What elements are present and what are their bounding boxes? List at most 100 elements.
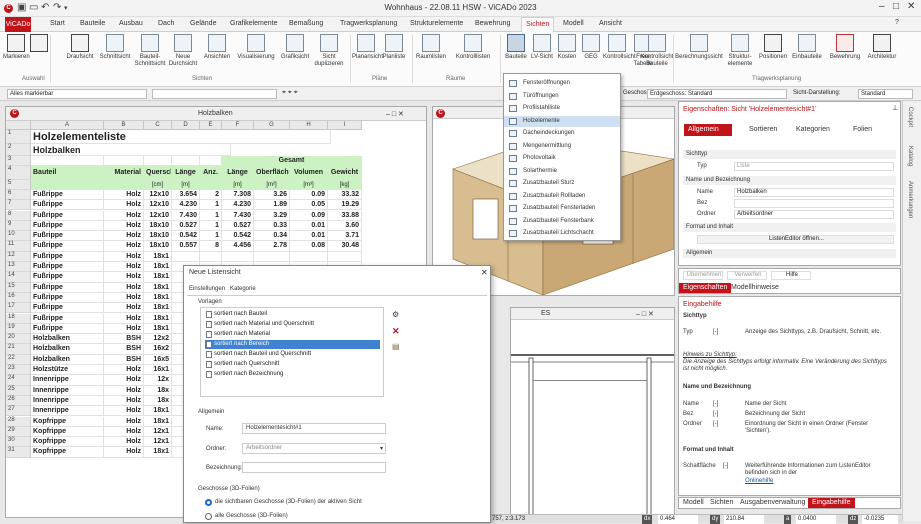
dialog-bezeichnung-input[interactable] — [242, 462, 386, 473]
tab-tragwerksplanung[interactable]: Tragwerksplanung — [340, 20, 397, 27]
table-cell[interactable]: Holz — [104, 210, 144, 221]
row-header[interactable]: 5 — [6, 179, 31, 190]
column-header-B[interactable]: B — [104, 121, 144, 130]
positionen-button[interactable]: Positionen — [757, 34, 789, 61]
row-header[interactable]: 13 — [6, 262, 31, 273]
table-cell[interactable]: 19.29 — [328, 200, 362, 211]
table-cell[interactable]: 16x1 — [144, 365, 172, 376]
row-header[interactable]: 18 — [6, 313, 31, 324]
selection-filter-combo[interactable]: Alles markierbar — [7, 89, 147, 99]
table-cell[interactable]: Fußrippe — [31, 282, 104, 293]
table-cell[interactable]: 0.527 — [222, 220, 254, 232]
table-cell[interactable]: Kopfrippe — [31, 447, 104, 458]
tab-strukturelemente[interactable]: Strukturelemente — [410, 20, 463, 27]
architektur-button[interactable]: Architektur — [863, 34, 901, 61]
table-cell[interactable]: Fußrippe — [31, 231, 104, 242]
tab-sichten[interactable]: Sichten — [521, 17, 555, 33]
row-header[interactable]: 7 — [6, 200, 31, 211]
visualisierung-button[interactable]: Visualisierung — [234, 34, 278, 61]
table-cell[interactable]: 18x1 — [144, 292, 172, 304]
row-header[interactable]: 28 — [6, 416, 31, 427]
table-cell[interactable]: BSH — [104, 344, 144, 355]
kosten-button[interactable]: Kosten — [555, 34, 579, 61]
vorlage-item[interactable]: sortiert nach Material — [205, 330, 380, 339]
dropdown-item[interactable]: Holzelemente — [504, 115, 620, 127]
table-cell[interactable]: Fußrippe — [31, 313, 104, 324]
table-cell[interactable]: 1 — [200, 210, 222, 221]
listeditor-button[interactable]: ListenEditor öffnen... — [697, 235, 894, 244]
table-cell[interactable]: Holz — [104, 406, 144, 417]
empty-cell[interactable] — [172, 156, 200, 167]
tab-modell[interactable]: Modell — [563, 20, 584, 27]
table-cell[interactable]: 18x1 — [144, 303, 172, 314]
tab-bemassung[interactable]: Bemaßung — [289, 20, 323, 27]
table-cell[interactable]: Holz — [104, 241, 144, 252]
table-cell[interactable]: 1 — [200, 220, 222, 232]
table-cell[interactable]: Innenrippe — [31, 406, 104, 417]
table-cell[interactable]: 18x1 — [144, 416, 172, 427]
table-cell[interactable]: 8 — [200, 241, 222, 252]
table-cell[interactable]: 4.456 — [222, 241, 254, 252]
verwerfen-button[interactable]: Verwerfen — [727, 271, 767, 280]
column-header-E[interactable]: E — [200, 121, 222, 130]
table-cell[interactable]: 7.430 — [172, 210, 200, 221]
tab-modell-panel[interactable]: Modell — [679, 498, 708, 508]
side-tab-cockpit[interactable]: Cockpit — [907, 107, 913, 127]
table-cell[interactable]: 1.89 — [254, 200, 290, 211]
vorlage-item[interactable]: sortiert nach Bauteil und Querschnitt — [205, 350, 380, 359]
table-cell[interactable]: Kopfrippe — [31, 426, 104, 438]
dropdown-item[interactable]: Zusatzbauteil Fensterbank — [504, 216, 620, 227]
kontrolllisten-button[interactable]: Kontrolllisten — [450, 34, 496, 61]
row-header[interactable]: 14 — [6, 272, 31, 283]
filter-icon[interactable] — [30, 34, 48, 54]
table-cell[interactable] — [254, 251, 290, 262]
table-cell[interactable]: 18x — [144, 395, 172, 407]
table-cell[interactable]: BSH — [104, 334, 144, 345]
table-cell[interactable]: Holz — [104, 375, 144, 386]
kontrollsicht-bauteile-button[interactable]: Kontrollsicht Bauteile — [640, 34, 674, 68]
select-all-corner[interactable] — [6, 121, 31, 130]
table-cell[interactable]: Holz — [104, 395, 144, 407]
table-cell[interactable]: 1 — [200, 231, 222, 242]
sicht-duplizieren-button[interactable]: Sicht duplizieren — [312, 34, 346, 68]
view-mode-combo[interactable]: Standard — [858, 89, 913, 99]
table-cell[interactable]: Holz — [104, 447, 144, 458]
table-cell[interactable]: 18x1 — [144, 406, 172, 417]
dropdown-item[interactable]: Photovoltaik — [504, 153, 620, 164]
row-header[interactable]: 11 — [6, 241, 31, 252]
table-cell[interactable]: 3.29 — [254, 210, 290, 221]
table-cell[interactable] — [328, 251, 362, 262]
column-header-D[interactable]: D — [172, 121, 200, 130]
table-cell[interactable]: 0.01 — [290, 220, 328, 232]
table-cell[interactable]: Fußrippe — [31, 200, 104, 211]
table-cell[interactable]: 12x2 — [144, 334, 172, 345]
table-cell[interactable]: 0.557 — [172, 241, 200, 252]
column-header-I[interactable]: I — [328, 121, 362, 130]
row-header[interactable]: 29 — [6, 426, 31, 438]
bauteil-schnittsicht-button[interactable]: Bauteil-Schnittsicht — [133, 34, 167, 68]
table-cell[interactable]: 18x1 — [144, 447, 172, 458]
row-header[interactable]: 23 — [6, 365, 31, 376]
column-header-G[interactable]: G — [254, 121, 290, 130]
onlinehilfe-link[interactable]: Onlinehilfe — [745, 478, 773, 485]
grafiksicht-button[interactable]: Grafiksicht — [278, 34, 312, 61]
row-header[interactable]: 20 — [6, 334, 31, 345]
table-cell[interactable]: 0.09 — [290, 210, 328, 221]
table-cell[interactable]: 0.527 — [172, 220, 200, 232]
dropdown-item[interactable]: Zusatzbauteil Fensterladen — [504, 203, 620, 214]
table-cell[interactable]: Holz — [104, 437, 144, 448]
table-cell[interactable]: Holz — [104, 292, 144, 304]
tab-sortieren[interactable]: Sortieren — [745, 124, 781, 136]
table-cell[interactable]: Holz — [104, 189, 144, 201]
table-cell[interactable]: 12x10 — [144, 210, 172, 221]
row-header[interactable]: 21 — [6, 344, 31, 355]
einbauteile-button[interactable]: Einbauteile — [789, 34, 825, 61]
table-cell[interactable]: Kopfrippe — [31, 416, 104, 427]
row-header[interactable]: 3 — [6, 156, 31, 167]
table-cell[interactable]: 0.09 — [290, 189, 328, 201]
table-cell[interactable]: Fußrippe — [31, 272, 104, 283]
table-cell[interactable]: 3.26 — [254, 189, 290, 201]
row-header[interactable]: 6 — [6, 189, 31, 201]
row-header[interactable]: 19 — [6, 323, 31, 335]
table-cell[interactable]: 18x1 — [144, 251, 172, 262]
